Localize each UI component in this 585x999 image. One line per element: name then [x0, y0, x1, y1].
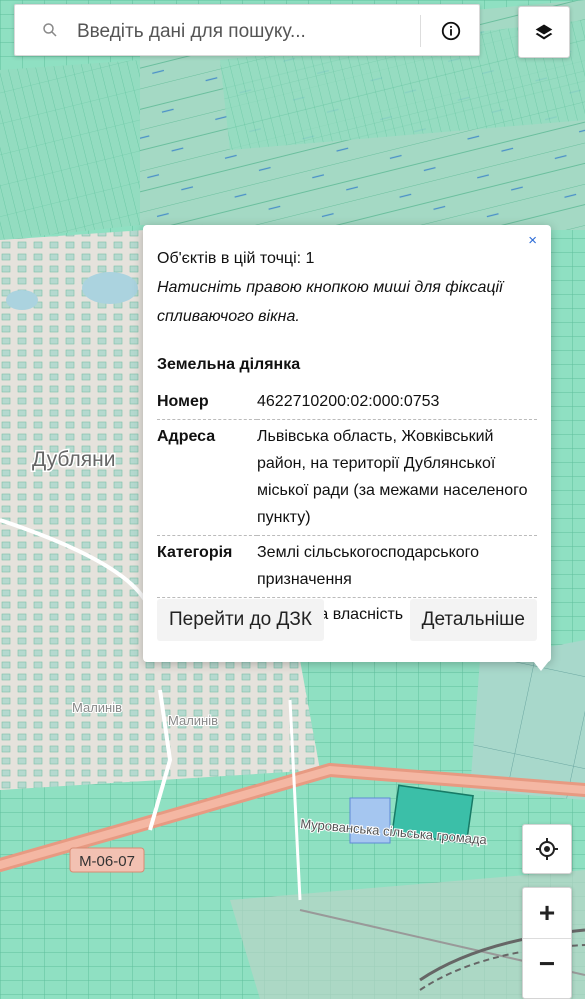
table-row: Категорія Землі сільськогосподарського п… [157, 535, 537, 598]
popup-close-button[interactable]: × [528, 232, 537, 249]
search-bar [14, 4, 480, 56]
object-count: Об'єктів в цій точці: 1 [157, 250, 315, 267]
locate-button[interactable] [522, 824, 572, 874]
parcel-info-popup: × Об'єктів в цій точці: 1 Натисніть прав… [143, 225, 551, 662]
zoom-out-button[interactable]: − [523, 939, 571, 989]
attr-value-category: Землі сільськогосподарського призначення [257, 535, 537, 598]
search-input[interactable] [75, 15, 419, 49]
zoom-in-button[interactable]: + [523, 888, 571, 939]
map-label-village-1: Малинів [72, 700, 122, 715]
map-label-town: Дубляни [32, 448, 115, 471]
popup-heading: Земельна ділянка [157, 356, 301, 373]
popup-pointer [533, 661, 549, 671]
attr-value-number: 4622710200:02:000:0753 [257, 393, 440, 410]
crosshair-icon [536, 838, 558, 860]
search-divider [420, 15, 421, 47]
attr-key-address: Адреса [157, 419, 257, 536]
search-icon [43, 23, 57, 37]
table-row: Номер 4622710200:02:000:0753 [157, 385, 537, 420]
popup-hint: Натисніть правою кнопкою миші для фіксац… [157, 279, 503, 325]
attr-value-address: Львівська область, Жовківський район, на… [257, 419, 537, 536]
road-shield: М-06-07 [69, 847, 145, 873]
info-icon [441, 21, 461, 41]
layers-icon [535, 24, 553, 40]
attr-key-category: Категорія [157, 535, 257, 598]
map-label-village-2: Малинів [168, 713, 218, 728]
layers-button[interactable] [518, 6, 570, 58]
zoom-control: + − [522, 887, 572, 999]
go-to-dzk-button[interactable]: Перейти до ДЗК [157, 599, 324, 641]
details-button[interactable]: Детальніше [409, 599, 537, 641]
table-row: Адреса Львівська область, Жовківський ра… [157, 419, 537, 536]
attr-key-number: Номер [157, 393, 209, 410]
attribute-table: Номер 4622710200:02:000:0753 Адреса Льві… [157, 385, 537, 632]
info-button[interactable] [431, 11, 471, 51]
road-label: М-06-07 [79, 853, 135, 870]
